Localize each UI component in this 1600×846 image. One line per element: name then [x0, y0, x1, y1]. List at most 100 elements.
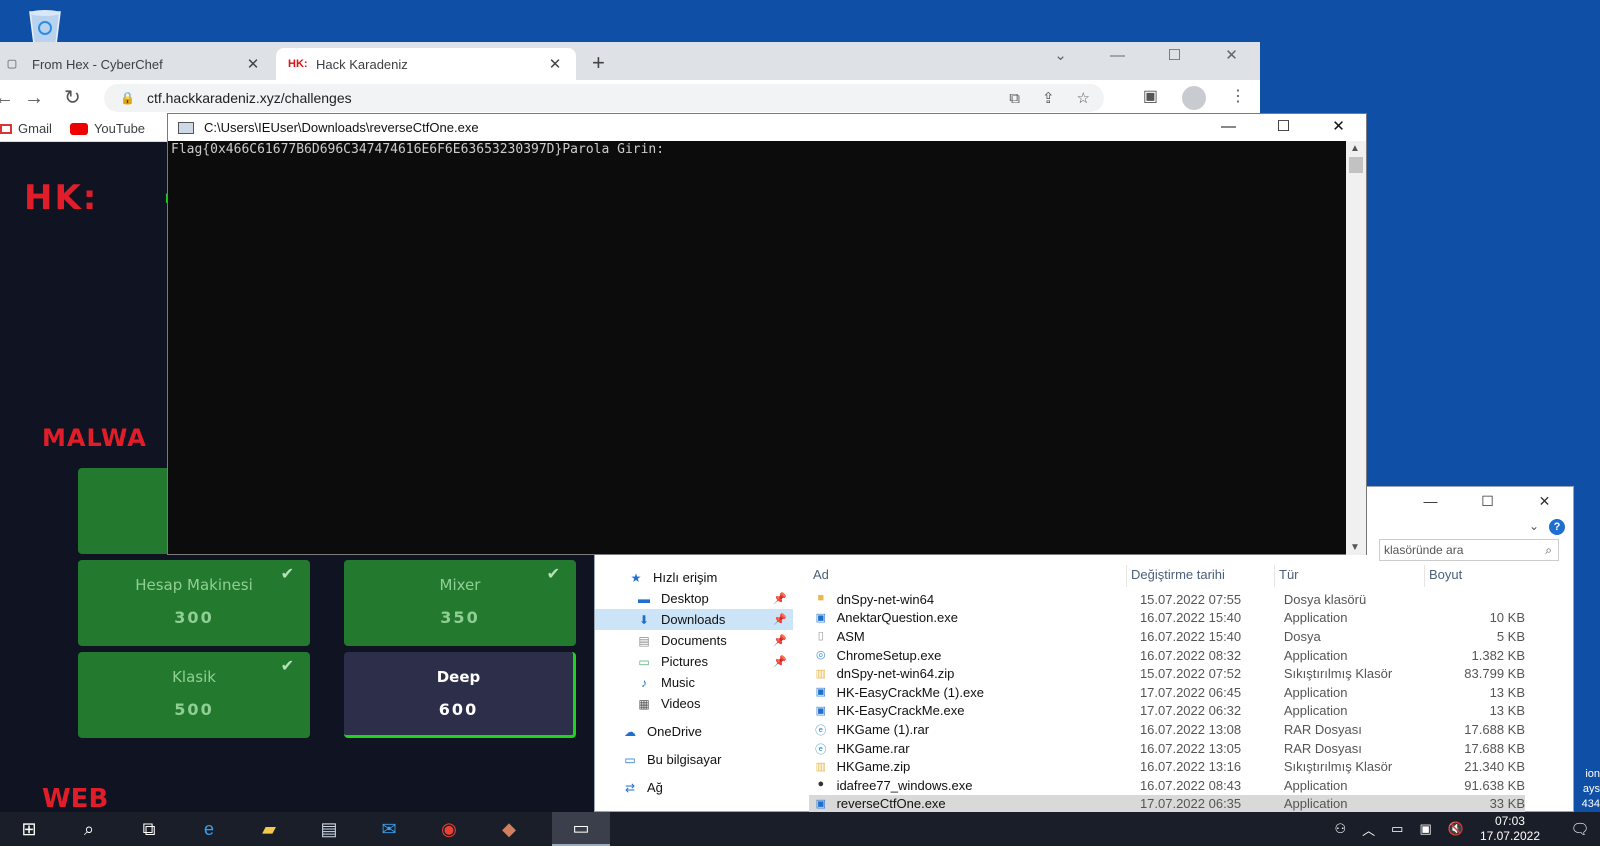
tab-search-icon[interactable]: ⌄	[1032, 42, 1089, 72]
scroll-down-icon[interactable]: ▼	[1350, 542, 1360, 553]
taskbar: ⊞ ⌕ ⧉ e ▰ ▤ ✉ ◉ ◆ ▭ ⚇ ︿ ▭ ▣ 🔇 07:03 17.0…	[0, 812, 1600, 846]
close-button[interactable]: ✕	[1203, 42, 1260, 72]
file-explorer-icon[interactable]: ▰	[240, 812, 298, 846]
store-icon[interactable]: ▤	[300, 812, 358, 846]
back-icon[interactable]: ←	[0, 86, 14, 110]
console-taskbar-icon[interactable]: ▭	[552, 812, 610, 846]
folder-icon: ■	[817, 592, 825, 605]
maximize-button[interactable]: ☐	[1459, 487, 1516, 515]
file-row[interactable]: ⓔ HKGame.rar 16.07.2022 13:05 RAR Dosyas…	[809, 739, 1525, 758]
scroll-thumb[interactable]	[1349, 157, 1363, 173]
nav-item-downloads[interactable]: ⬇ Downloads 📌	[595, 609, 793, 630]
notification-icon[interactable]: 🗨	[1560, 820, 1600, 838]
close-tab-icon[interactable]: ✕	[244, 55, 262, 73]
edge-icon[interactable]: e	[180, 812, 238, 846]
console-output[interactable]: Flag{0x466C61677B6D696C347474616E6F6E636…	[171, 142, 664, 158]
file-row[interactable]: ▣ HK-EasyCrackMe.exe 17.07.2022 06:32 Ap…	[809, 702, 1525, 721]
exe-icon: ▣	[815, 704, 826, 717]
tab-cyberchef[interactable]: ▢ From Hex - CyberChef ✕	[0, 48, 274, 80]
nav-item-videos[interactable]: ▦ Videos	[595, 693, 793, 714]
file-row[interactable]: ▥ dnSpy-net-win64.zip 15.07.2022 07:52 S…	[809, 664, 1525, 683]
zip-icon: ▥	[815, 760, 826, 773]
zip-icon: ▥	[815, 667, 826, 680]
help-icon[interactable]: ?	[1549, 519, 1565, 535]
system-tray: ⚇ ︿ ▭ ▣ 🔇 07:03 17.07.2022 🗨	[1334, 812, 1600, 846]
recycle-bin-icon[interactable]	[20, 6, 70, 46]
nav-item-documents[interactable]: ▤ Documents 📌	[595, 630, 793, 651]
tab-hack-karadeniz[interactable]: HK: Hack Karadeniz ✕	[276, 48, 576, 80]
volume-muted-icon[interactable]: 🔇	[1448, 821, 1464, 837]
nav-item-music[interactable]: ♪ Music	[595, 672, 793, 693]
file-row[interactable]: ◎ ChromeSetup.exe 16.07.2022 08:32 Appli…	[809, 646, 1525, 665]
chrome-icon[interactable]: ◉	[420, 812, 478, 846]
side-panel-icon[interactable]: ▣	[1143, 86, 1158, 110]
maximize-button[interactable]: ☐	[1256, 114, 1311, 141]
translate-icon[interactable]: ⧉	[1009, 90, 1020, 107]
bookmark-gmail[interactable]: Gmail	[0, 121, 52, 136]
task-view-icon[interactable]: ⧉	[120, 812, 178, 846]
scroll-up-icon[interactable]: ▲	[1350, 143, 1360, 154]
nav-item-this-pc[interactable]: ▭ Bu bilgisayar	[595, 749, 793, 770]
console-scrollbar[interactable]: ▲ ▼	[1346, 141, 1366, 555]
column-size[interactable]: Boyut	[1425, 565, 1523, 587]
file-row-selected[interactable]: ▣ reverseCtfOne.exe 17.07.2022 06:35 App…	[809, 794, 1525, 814]
file-row[interactable]: ● idafree77_windows.exe 16.07.2022 08:43…	[809, 776, 1525, 795]
hk-favicon-icon: HK:	[288, 58, 308, 70]
battery-icon[interactable]: ▭	[1391, 821, 1403, 837]
search-icon[interactable]: ⌕	[60, 812, 118, 846]
column-date[interactable]: Değiştirme tarihi	[1127, 565, 1275, 587]
bookmark-youtube[interactable]: YouTube	[69, 121, 145, 136]
nav-item-network[interactable]: ⇄ Ağ	[595, 777, 793, 798]
clock[interactable]: 07:03 17.07.2022	[1480, 814, 1540, 844]
challenge-card-selected[interactable]: Deep 600	[344, 652, 576, 738]
nav-item-onedrive[interactable]: ☁ OneDrive	[595, 721, 793, 742]
exe-icon: ▣	[815, 797, 826, 810]
minimize-button[interactable]: —	[1089, 42, 1146, 72]
reload-icon[interactable]: ↻	[64, 86, 81, 110]
people-icon[interactable]: ⚇	[1334, 821, 1346, 837]
close-button[interactable]: ✕	[1516, 487, 1573, 515]
challenge-card[interactable]: ✔ Hesap Makinesi 300	[78, 560, 310, 646]
challenge-card[interactable]: ✔ Mixer 350	[344, 560, 576, 646]
file-row[interactable]: ▥ HKGame.zip 16.07.2022 13:16 Sıkıştırıl…	[809, 757, 1525, 776]
forward-icon[interactable]: →	[24, 86, 44, 110]
close-button[interactable]: ✕	[1311, 114, 1366, 141]
menu-icon[interactable]: ⋮	[1230, 86, 1246, 110]
cloud-icon: ☁	[624, 724, 636, 739]
file-row[interactable]: ▣ HK-EasyCrackMe (1).exe 17.07.2022 06:4…	[809, 683, 1525, 702]
chevron-up-icon[interactable]: ︿	[1362, 820, 1375, 839]
file-list-header: Ad Değiştirme tarihi Tür Boyut	[809, 565, 1525, 587]
maximize-button[interactable]: ☐	[1146, 42, 1203, 72]
nav-item-quick-access[interactable]: ★ Hızlı erişim	[595, 567, 793, 588]
search-input[interactable]: klasöründe ara ⌕	[1379, 539, 1559, 561]
file-row[interactable]: ▣ AnektarQuestion.exe 16.07.2022 15:40 A…	[809, 609, 1525, 628]
minimize-button[interactable]: —	[1201, 114, 1256, 141]
rar-icon: ⓔ	[815, 744, 827, 757]
nav-item-pictures[interactable]: ▭ Pictures 📌	[595, 651, 793, 672]
close-tab-icon[interactable]: ✕	[546, 55, 564, 73]
minimize-button[interactable]: —	[1402, 487, 1459, 515]
column-type[interactable]: Tür	[1275, 565, 1425, 587]
lock-icon[interactable]: 🔒	[120, 91, 135, 105]
profile-avatar[interactable]	[1182, 86, 1206, 110]
column-name[interactable]: Ad	[809, 565, 1127, 587]
address-bar[interactable]: 🔒 ctf.hackkaradeniz.xyz/challenges ⧉ ⇪ ☆	[104, 84, 1104, 112]
challenge-card[interactable]: ✔ Klasik 500	[78, 652, 310, 738]
download-icon: ⬇	[638, 612, 650, 627]
file-row[interactable]: ▯ ASM 16.07.2022 15:40 Dosya 5 KB	[809, 627, 1525, 646]
network-icon[interactable]: ▣	[1419, 821, 1431, 837]
new-tab-button[interactable]: +	[592, 52, 605, 74]
share-icon[interactable]: ⇪	[1042, 89, 1055, 107]
console-app-icon	[178, 121, 194, 134]
exe-icon: ▣	[815, 611, 826, 624]
file-row[interactable]: ■ dnSpy-net-win64 15.07.2022 07:55 Dosya…	[809, 590, 1525, 609]
start-icon[interactable]: ⊞	[0, 812, 58, 846]
bookmark-star-icon[interactable]: ☆	[1077, 89, 1090, 107]
console-titlebar[interactable]: C:\Users\IEUser\Downloads\reverseCtfOne.…	[168, 114, 1366, 141]
site-logo[interactable]: HK:	[24, 178, 98, 218]
app-icon[interactable]: ◆	[480, 812, 538, 846]
mail-icon[interactable]: ✉	[360, 812, 418, 846]
nav-item-desktop[interactable]: ▬ Desktop 📌	[595, 588, 793, 609]
file-row[interactable]: ⓔ HKGame (1).rar 16.07.2022 13:08 RAR Do…	[809, 720, 1525, 739]
chevron-down-icon[interactable]: ⌄	[1529, 519, 1539, 533]
